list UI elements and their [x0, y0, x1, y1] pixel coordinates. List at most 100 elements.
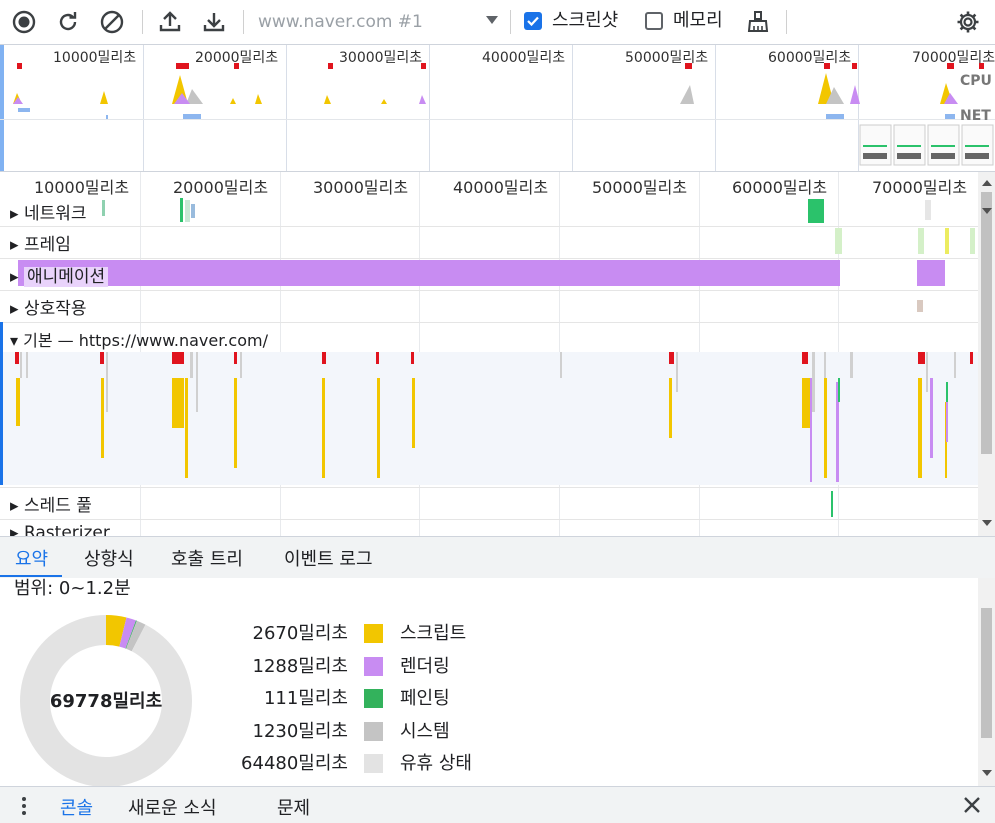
summary-swatch [364, 754, 383, 773]
toolbar-separator [786, 10, 787, 34]
summary-row: 111밀리초 페인팅 [230, 684, 530, 714]
ruler-tick: 60000밀리초 [732, 178, 828, 197]
track-label-thread-pool: ▸ 스레드 풀 [10, 496, 92, 516]
capture-settings-button[interactable] [954, 8, 982, 36]
ruler-tick: 50000밀리초 [592, 178, 688, 197]
save-profile-button[interactable] [200, 8, 228, 36]
track-next-text: Rasterizer [23, 523, 110, 536]
chevron-down-icon[interactable] [486, 16, 498, 24]
scrollbar-thumb[interactable] [981, 192, 992, 454]
drawer-tab-issues[interactable]: 문제 [277, 794, 310, 820]
load-profile-button[interactable] [156, 8, 184, 36]
flame-scrollbar[interactable] [978, 172, 995, 536]
track-label-animations: ▸ 애니메이션 [10, 262, 109, 287]
flame-chart[interactable]: 10000밀리초 20000밀리초 30000밀리초 40000밀리초 5000… [0, 172, 978, 536]
drawer-tab-console[interactable]: 콘솔 [60, 794, 93, 820]
overview-activity [13, 63, 994, 166]
tab-summary[interactable]: 요약 [15, 545, 48, 571]
summary-value: 1288밀리초 [252, 655, 349, 677]
reload-record-button[interactable] [54, 8, 82, 36]
summary-swatch [364, 624, 383, 643]
summary-value: 111밀리초 [263, 688, 348, 709]
active-tab-indicator [0, 575, 62, 577]
drawer-tab-whats-new[interactable]: 새로운 소식 [128, 794, 217, 820]
track-network[interactable]: ▸ 네트워크 [0, 196, 978, 227]
track-label-interactions: ▸ 상호작용 [10, 299, 87, 319]
track-frames-text: 프레임 [23, 235, 71, 255]
clear-icon [100, 10, 124, 34]
track-network-text: 네트워크 [23, 204, 87, 224]
summary-category: 페인팅 [400, 688, 450, 709]
overview-cpu-peaks [13, 73, 958, 104]
broom-icon [747, 11, 769, 32]
more-tabs-icon[interactable] [22, 797, 26, 815]
cpu-label: CPU [960, 73, 992, 89]
track-animations[interactable]: ▸ 애니메이션 [0, 258, 978, 291]
details-tabs: 요약 상향식 호출 트리 이벤트 로그 [0, 536, 995, 579]
overview-net-bars [18, 108, 955, 119]
summary-swatch [364, 721, 383, 741]
track-label-next: ▸ Rasterizer [10, 523, 110, 536]
close-drawer-button[interactable] [962, 795, 982, 815]
overview-red-marks [17, 63, 984, 69]
record-button[interactable] [10, 8, 38, 36]
summary-scrollbar[interactable] [978, 578, 995, 786]
ruler-tick: 30000밀리초 [313, 178, 409, 197]
track-frames[interactable]: ▸ 프레임 [0, 226, 978, 259]
clear-button[interactable] [98, 8, 126, 36]
summary-category: 유휴 상태 [400, 753, 472, 774]
ruler-tick: 40000밀리초 [453, 178, 549, 197]
summary-value: 2670밀리초 [252, 623, 349, 644]
memory-checkbox[interactable] [645, 12, 663, 30]
ruler-tick: 70000밀리초 [872, 178, 968, 197]
summary-row: 2670밀리초 스크립트 [230, 619, 530, 649]
toolbar-separator [243, 10, 244, 34]
summary-value: 1230밀리초 [252, 720, 349, 742]
animation-bar[interactable] [18, 260, 840, 286]
close-icon [964, 797, 980, 813]
scroll-down-icon[interactable] [982, 208, 992, 214]
timeline-overview[interactable]: 10000밀리초 20000밀리초 30000밀리초 40000밀리초 5000… [0, 45, 995, 172]
network-requests [102, 198, 931, 223]
tab-call-tree[interactable]: 호출 트리 [171, 545, 243, 571]
summary-category: 스크립트 [400, 623, 467, 644]
check-icon [527, 16, 539, 27]
tab-bottom-up[interactable]: 상향식 [84, 545, 134, 571]
upload-icon [159, 11, 181, 32]
summary-row: 64480밀리초 유휴 상태 [230, 749, 530, 779]
track-interactions[interactable]: ▸ 상호작용 [0, 290, 978, 323]
gear-icon [957, 11, 979, 33]
scrollbar-thumb[interactable] [981, 608, 992, 738]
summary-swatch [364, 656, 383, 676]
reload-icon [59, 12, 77, 31]
summary-row: 1230밀리초 시스템 [230, 717, 530, 747]
interaction-event[interactable] [917, 300, 923, 312]
track-next[interactable]: ▸ Rasterizer [0, 519, 978, 536]
scroll-down-icon[interactable] [982, 770, 992, 776]
ruler-tick: 10000밀리초 [34, 178, 130, 197]
scroll-up-icon[interactable] [982, 180, 992, 186]
track-main-text: 기본 — https://www.naver.com/ [23, 331, 268, 350]
recording-select[interactable]: www.naver.com #1 [258, 10, 503, 34]
screenshot-checkbox[interactable] [524, 12, 542, 30]
summary-category: 시스템 [400, 720, 450, 742]
collect-garbage-button[interactable] [744, 8, 772, 36]
main-thread-events [15, 352, 973, 482]
devtools-toolbar: www.naver.com #1 스크린샷 메모리 [0, 0, 995, 45]
frames-bars [835, 228, 975, 254]
tab-event-log[interactable]: 이벤트 로그 [284, 545, 373, 571]
track-animations-text: 애니메이션 [23, 267, 109, 287]
drawer-toolbar: 콘솔 새로운 소식 문제 [0, 786, 995, 823]
track-label-network: ▸ 네트워크 [10, 204, 87, 224]
track-thread-pool-text: 스레드 풀 [23, 496, 92, 516]
record-icon [12, 10, 36, 34]
scroll-down-icon[interactable] [982, 520, 992, 526]
track-main[interactable]: ▾ 기본 — https://www.naver.com/ [0, 322, 978, 488]
net-label: NET [960, 108, 991, 124]
track-thread-pool[interactable]: ▸ 스레드 풀 [0, 487, 978, 520]
track-interactions-text: 상호작용 [23, 299, 87, 319]
animation-bar[interactable] [917, 260, 945, 286]
summary-total: 69778밀리초 [49, 691, 163, 712]
thread-pool-event[interactable] [831, 491, 833, 517]
summary-swatch [364, 689, 383, 708]
